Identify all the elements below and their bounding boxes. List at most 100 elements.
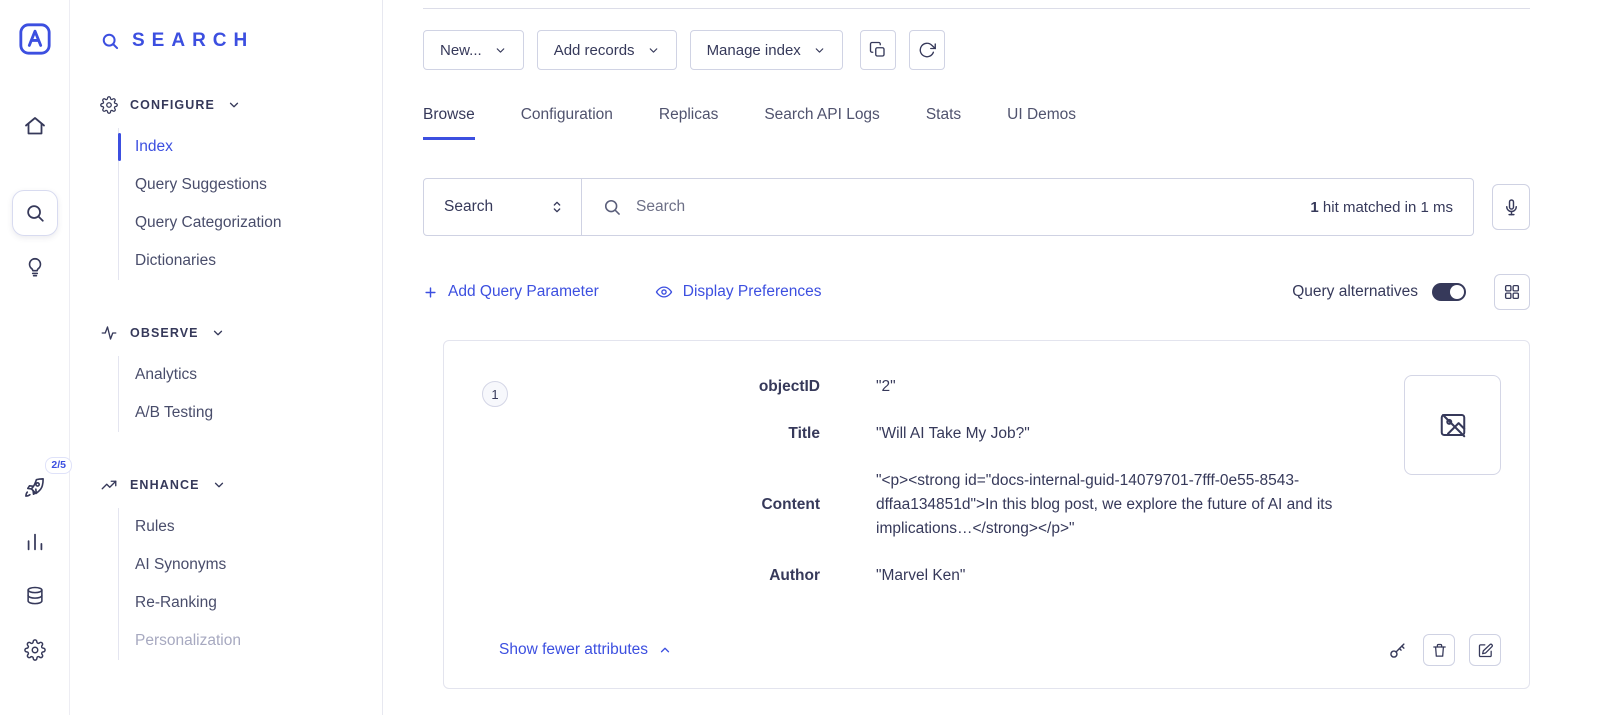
section-observe-label: OBSERVE (130, 326, 199, 340)
chevron-down-icon (813, 44, 826, 57)
image-off-icon (1438, 410, 1468, 440)
delete-record-button[interactable] (1423, 634, 1455, 666)
recommend-icon[interactable] (14, 246, 56, 288)
tab-ui-demos[interactable]: UI Demos (1007, 106, 1076, 140)
add-records-label: Add records (554, 42, 635, 59)
display-preferences-label: Display Preferences (683, 283, 822, 301)
home-icon[interactable] (13, 104, 57, 148)
sidebar-item-query-categorization[interactable]: Query Categorization (135, 204, 382, 242)
display-preferences-link[interactable]: Display Preferences (655, 283, 822, 301)
sidebar-item-rules[interactable]: Rules (135, 508, 382, 546)
sidebar-item-re-ranking[interactable]: Re-Ranking (135, 584, 382, 622)
field-value: "<p><strong id="docs-internal-guid-14079… (876, 469, 1404, 541)
product-sidebar: SEARCH CONFIGURE Index Query Suggestions… (70, 0, 383, 715)
data-sources-icon[interactable] (14, 575, 56, 617)
manage-index-label: Manage index (707, 42, 801, 59)
copy-index-button[interactable] (860, 30, 896, 70)
hit-body: 1 objectID "2" Title "Will AI Take My Jo… (482, 375, 1501, 588)
enhance-items: Rules AI Synonyms Re-Ranking Personaliza… (118, 508, 382, 660)
section-enhance-label: ENHANCE (130, 478, 200, 492)
app-rail: 2/5 (0, 0, 70, 715)
sidebar-item-index[interactable]: Index (135, 128, 382, 166)
toggle-knob (1450, 285, 1464, 299)
refresh-index-button[interactable] (909, 30, 945, 70)
configure-gear-icon (100, 96, 118, 114)
microphone-icon (1502, 198, 1521, 217)
search-wordmark: SEARCH (132, 30, 254, 52)
search-product-logo[interactable]: SEARCH (100, 30, 382, 52)
field-row-content: Content "<p><strong id="docs-internal-gu… (520, 469, 1404, 541)
sidebar-item-ab-testing[interactable]: A/B Testing (135, 394, 382, 432)
search-product-icon[interactable] (12, 190, 58, 236)
layout-grid-button[interactable] (1494, 274, 1530, 310)
search-scope-label: Search (444, 198, 493, 216)
search-icon (602, 197, 622, 217)
query-alternatives-label: Query alternatives (1292, 283, 1418, 301)
query-options-row: Add Query Parameter Display Preferences … (423, 274, 1530, 310)
field-key: objectID (520, 378, 820, 396)
new-index-label: New... (440, 42, 482, 59)
section-observe: OBSERVE Analytics A/B Testing (100, 324, 382, 432)
field-value: "2" (876, 375, 896, 399)
refresh-icon (918, 41, 936, 59)
field-value: "Marvel Ken" (876, 564, 965, 588)
index-toolbar: New... Add records Manage index (423, 30, 1530, 70)
algolia-logo-icon[interactable] (18, 22, 52, 56)
hit-card: 1 objectID "2" Title "Will AI Take My Jo… (443, 340, 1530, 689)
copy-icon (869, 41, 887, 59)
hit-count: 1 (1310, 199, 1318, 216)
tab-configuration[interactable]: Configuration (521, 106, 613, 140)
getting-started-rocket-icon[interactable]: 2/5 (13, 466, 56, 509)
api-key-icon[interactable] (1388, 641, 1407, 660)
edit-icon (1477, 642, 1494, 659)
field-key: Title (520, 425, 820, 443)
add-query-parameter-link[interactable]: Add Query Parameter (423, 283, 599, 301)
configure-items: Index Query Suggestions Query Categoriza… (118, 128, 382, 280)
section-enhance-header[interactable]: ENHANCE (100, 476, 382, 494)
grid-icon (1503, 283, 1521, 301)
section-configure-label: CONFIGURE (130, 98, 215, 112)
manage-index-button[interactable]: Manage index (690, 30, 843, 70)
new-index-button[interactable]: New... (423, 30, 524, 70)
edit-record-button[interactable] (1469, 634, 1501, 666)
chevron-down-icon (494, 44, 507, 57)
section-configure-header[interactable]: CONFIGURE (100, 96, 382, 114)
tab-search-api-logs[interactable]: Search API Logs (764, 106, 879, 140)
tab-browse[interactable]: Browse (423, 106, 475, 140)
field-row-objectid: objectID "2" (520, 375, 1404, 399)
sidebar-item-ai-synonyms[interactable]: AI Synonyms (135, 546, 382, 584)
voice-search-button[interactable] (1492, 184, 1530, 230)
search-row: Search 1 hit matched in 1 ms (423, 178, 1530, 236)
sidebar-item-dictionaries[interactable]: Dictionaries (135, 242, 382, 280)
query-alternatives-toggle[interactable] (1432, 283, 1466, 301)
chevron-up-icon (658, 643, 672, 657)
chevron-down-icon (211, 326, 225, 340)
tab-stats[interactable]: Stats (926, 106, 961, 140)
sidebar-item-analytics[interactable]: Analytics (135, 356, 382, 394)
sidebar-item-personalization[interactable]: Personalization (135, 622, 382, 660)
index-header-edge (423, 0, 1530, 9)
hit-position-badge: 1 (482, 381, 508, 407)
analytics-bars-icon[interactable] (14, 521, 56, 563)
tab-replicas[interactable]: Replicas (659, 106, 718, 140)
plus-icon (423, 285, 438, 300)
hit-footer: Show fewer attributes (482, 634, 1501, 666)
field-key: Author (520, 567, 820, 585)
show-fewer-attributes-link[interactable]: Show fewer attributes (499, 641, 672, 659)
field-row-title: Title "Will AI Take My Job?" (520, 422, 1404, 446)
search-scope-selector[interactable]: Search (424, 179, 582, 235)
search-box: Search 1 hit matched in 1 ms (423, 178, 1474, 236)
field-key: Content (520, 496, 820, 514)
settings-gear-icon[interactable] (14, 629, 56, 671)
add-records-button[interactable]: Add records (537, 30, 677, 70)
search-input-wrap (582, 197, 1310, 217)
sidebar-item-query-suggestions[interactable]: Query Suggestions (135, 166, 382, 204)
pulse-icon (100, 324, 118, 342)
index-tabs: Browse Configuration Replicas Search API… (423, 106, 1530, 140)
progress-badge: 2/5 (45, 457, 72, 474)
eye-icon (655, 283, 673, 301)
field-value: "Will AI Take My Job?" (876, 422, 1030, 446)
image-placeholder (1404, 375, 1501, 475)
search-input[interactable] (636, 198, 1290, 216)
section-observe-header[interactable]: OBSERVE (100, 324, 382, 342)
